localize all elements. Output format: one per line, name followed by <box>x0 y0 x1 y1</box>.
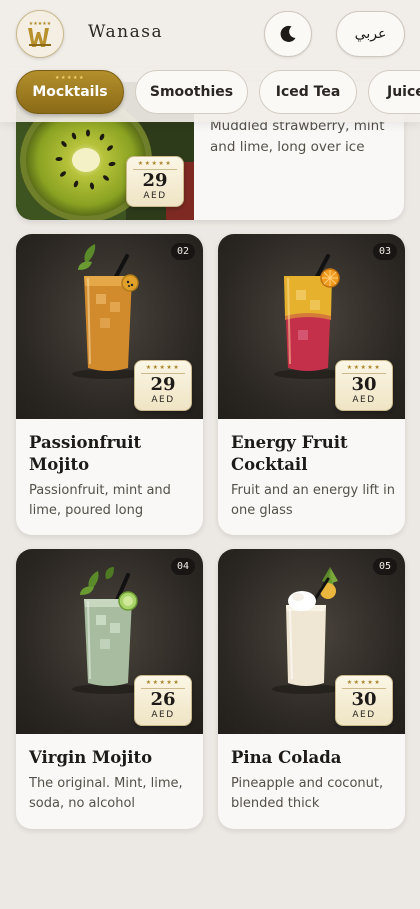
price-currency: AED <box>352 710 376 720</box>
product-name: Virgin Mojito <box>29 748 153 767</box>
price-currency: AED <box>151 710 175 720</box>
price-value: 29 <box>150 374 176 395</box>
theme-toggle-button[interactable] <box>264 11 312 57</box>
product-card-03[interactable]: 03 ★★★★★ 30 AED Energy Fruit Cocktail Fr… <box>218 234 405 535</box>
product-image: 02 ★★★★★ 29 AED <box>16 234 203 419</box>
stars-icon: ★★★★★ <box>145 364 181 371</box>
product-card-02[interactable]: 02 ★★★★★ 29 AED Passionfruit Mojito Pass… <box>16 234 203 535</box>
product-name: Energy Fruit Cocktail <box>231 433 348 474</box>
price-tag: ★★★★★ 30 AED <box>335 675 393 726</box>
product-image: 03 ★★★★★ 30 AED <box>218 234 405 419</box>
price-tag: ★★★★★ 30 AED <box>335 360 393 411</box>
product-card-04[interactable]: 04 ★★★★★ 26 AED Virgin Mojito The origin… <box>16 549 203 829</box>
product-description: The original. Mint, lime, soda, no alcoh… <box>29 776 183 811</box>
stars-icon: ★★★★★ <box>137 160 173 167</box>
price-value: 30 <box>351 689 377 710</box>
price-tag: ★★★★★ 29 AED <box>126 156 184 207</box>
price-value: 30 <box>351 374 377 395</box>
price-tag: ★★★★★ 26 AED <box>134 675 192 726</box>
tab-juice[interactable]: Juice <box>368 70 420 114</box>
price-value: 26 <box>150 689 176 710</box>
tab-iced-tea[interactable]: Iced Tea <box>259 70 357 114</box>
tab-mocktails[interactable]: ★★★★★ Mocktails <box>16 70 124 114</box>
stars-icon: ★★★★★ <box>346 679 382 686</box>
product-image: 05 ★★★★★ 30 AED <box>218 549 405 734</box>
product-image: 04 ★★★★★ 26 AED <box>16 549 203 734</box>
product-number: 05 <box>373 558 397 575</box>
svg-text:★★★★★: ★★★★★ <box>29 21 52 27</box>
product-description: Muddled strawberry, mint and lime, long … <box>210 118 385 155</box>
tab-smoothies[interactable]: Smoothies <box>135 70 248 114</box>
product-card-05[interactable]: 05 ★★★★★ 30 AED Pina Colada Pineapple an… <box>218 549 405 829</box>
product-name: Passionfruit Mojito <box>29 433 142 474</box>
price-currency: AED <box>352 395 376 405</box>
stars-icon: ★★★★★ <box>145 679 181 686</box>
price-currency: AED <box>143 191 167 201</box>
category-tabs: ★★★★★ Mocktails Smoothies Iced Tea Juice <box>0 68 420 122</box>
brand-name: Wanasa <box>88 22 164 42</box>
stars-icon: ★★★★★ <box>346 364 382 371</box>
moon-icon <box>280 25 296 42</box>
product-name: Pina Colada <box>231 748 342 767</box>
price-value: 29 <box>142 170 168 191</box>
product-number: 02 <box>171 243 195 260</box>
product-number: 04 <box>171 558 195 575</box>
stars-icon: ★★★★★ <box>55 75 85 81</box>
wanasa-logo-icon[interactable]: ★★★★★ <box>16 10 64 58</box>
language-toggle-button[interactable]: عربي <box>336 11 405 57</box>
price-tag: ★★★★★ 29 AED <box>134 360 192 411</box>
price-currency: AED <box>151 395 175 405</box>
app-header: ★★★★★ Wanasa عربي <box>0 0 420 68</box>
product-number: 03 <box>373 243 397 260</box>
product-description: Fruit and an energy lift in one glass <box>231 483 395 518</box>
product-description: Pineapple and coconut, blended thick <box>231 776 384 811</box>
product-description: Passionfruit, mint and lime, poured long <box>29 483 171 518</box>
